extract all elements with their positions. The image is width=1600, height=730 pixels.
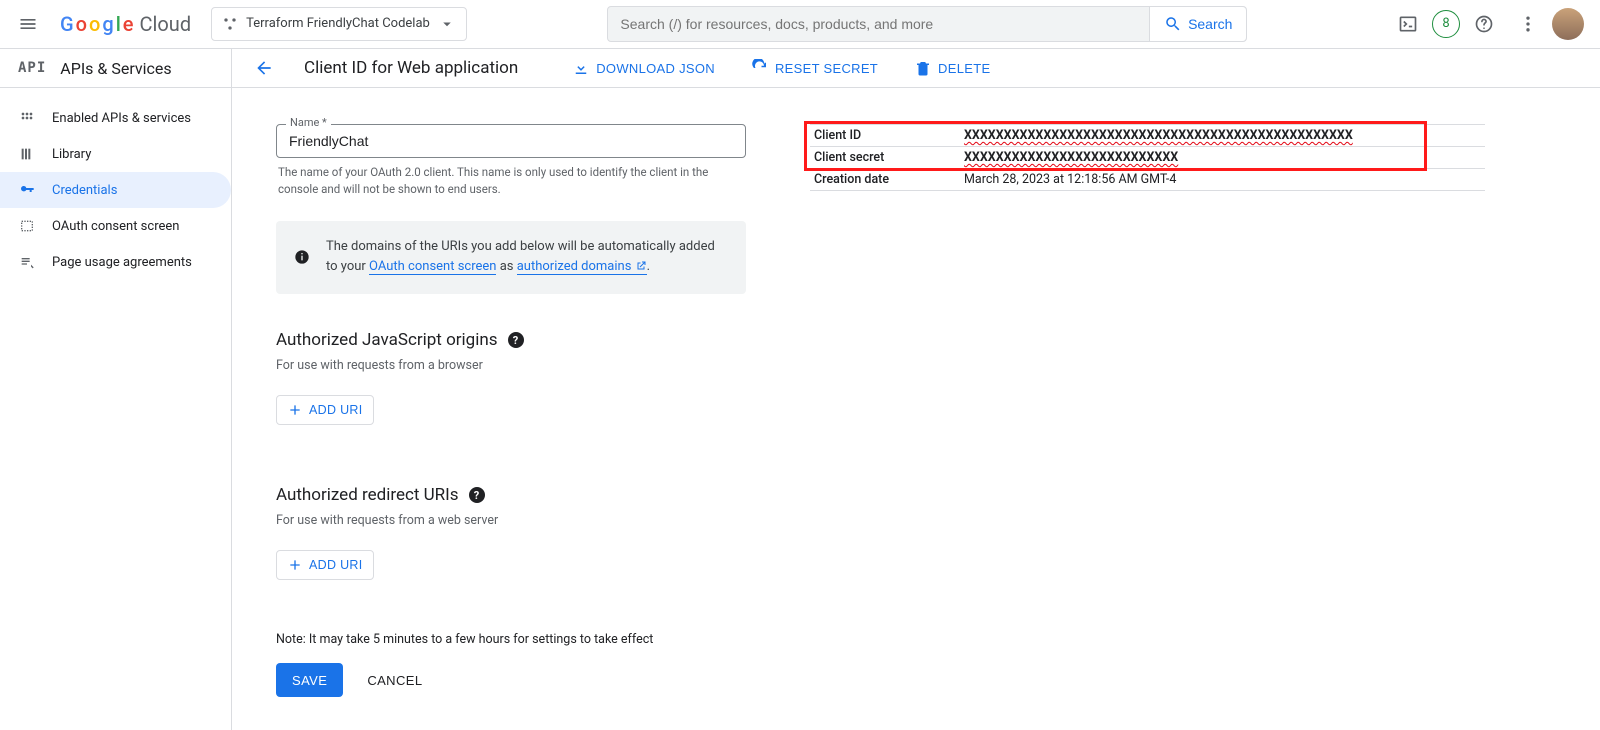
google-cloud-logo[interactable]: Google Cloud	[60, 12, 191, 36]
reset-secret-button[interactable]: RESET SECRET	[745, 58, 884, 78]
section-title: APIs & Services	[60, 59, 171, 78]
add-js-uri-button[interactable]: ADD URI	[276, 395, 374, 425]
add-redirect-uri-button[interactable]: ADD URI	[276, 550, 374, 580]
download-json-button[interactable]: DOWNLOAD JSON	[566, 58, 721, 78]
sidebar-item-oauth-consent[interactable]: OAuth consent screen	[0, 208, 231, 244]
consent-icon	[18, 218, 36, 234]
api-icon: API	[18, 60, 46, 76]
table-row: Creation date March 28, 2023 at 12:18:56…	[810, 169, 1485, 191]
search-button[interactable]: Search	[1149, 7, 1246, 41]
library-icon	[18, 146, 36, 162]
subheader: API APIs & Services Client ID for Web ap…	[0, 48, 1600, 88]
key-icon	[18, 182, 36, 198]
client-secret-value: XXXXXXXXXXXXXXXXXXXXXXXXXXX	[964, 150, 1178, 165]
details-column: Client ID XXXXXXXXXXXXXXXXXXXXXXXXXXXXXX…	[810, 124, 1576, 706]
help-icon[interactable]: ?	[469, 487, 485, 503]
name-label: Name *	[286, 116, 331, 129]
sidebar-item-credentials[interactable]: Credentials	[0, 172, 231, 208]
form-column: Name * The name of your OAuth 2.0 client…	[276, 124, 746, 706]
cloud-shell-button[interactable]	[1388, 4, 1428, 44]
sidebar-item-label: Credentials	[52, 183, 117, 198]
creation-date-label: Creation date	[814, 172, 964, 187]
info-box: The domains of the URIs you add below wi…	[276, 221, 746, 295]
hamburger-menu-button[interactable]	[8, 4, 48, 44]
back-button[interactable]	[248, 52, 280, 84]
client-secret-label: Client secret	[814, 150, 964, 165]
notifications-badge[interactable]: 8	[1432, 10, 1460, 38]
plus-icon	[287, 402, 303, 418]
oauth-consent-link[interactable]: OAuth consent screen	[369, 259, 496, 275]
plus-icon	[287, 557, 303, 573]
search-input[interactable]	[608, 16, 1149, 32]
help-button[interactable]	[1464, 4, 1504, 44]
chevron-down-icon	[438, 15, 456, 33]
body: Enabled APIs & services Library Credenti…	[0, 88, 1600, 730]
main: Name * The name of your OAuth 2.0 client…	[232, 88, 1600, 730]
download-icon	[572, 59, 590, 77]
details-table: Client ID XXXXXXXXXXXXXXXXXXXXXXXXXXXXXX…	[810, 124, 1485, 191]
redirect-uris-sub: For use with requests from a web server	[276, 513, 746, 528]
sidebar-item-page-usage[interactable]: Page usage agreements	[0, 244, 231, 280]
sidebar-item-label: Enabled APIs & services	[52, 111, 191, 126]
sidebar-item-library[interactable]: Library	[0, 136, 231, 172]
authorized-domains-link[interactable]: authorized domains	[517, 259, 647, 275]
topbar-right: 8	[1388, 4, 1592, 44]
info-text: The domains of the URIs you add below wi…	[326, 237, 728, 279]
js-origins-sub: For use with requests from a browser	[276, 358, 746, 373]
sidebar-item-label: OAuth consent screen	[52, 219, 179, 234]
help-icon	[1474, 14, 1494, 34]
sidebar-item-label: Library	[52, 147, 91, 162]
name-input[interactable]	[276, 124, 746, 158]
arrow-left-icon	[254, 57, 274, 79]
name-hint: The name of your OAuth 2.0 client. This …	[278, 164, 744, 199]
help-icon[interactable]: ?	[508, 332, 524, 348]
search-bar[interactable]: Search	[607, 6, 1247, 42]
topbar: Google Cloud Terraform FriendlyChat Code…	[0, 0, 1600, 48]
table-row: Client ID XXXXXXXXXXXXXXXXXXXXXXXXXXXXXX…	[810, 125, 1485, 147]
refresh-icon	[751, 59, 769, 77]
settings-note: Note: It may take 5 minutes to a few hou…	[276, 632, 746, 647]
menu-icon	[18, 14, 38, 34]
cancel-button[interactable]: CANCEL	[361, 672, 428, 689]
redirect-uris-heading: Authorized redirect URIs ?	[276, 485, 746, 505]
sidebar-item-enabled-apis[interactable]: Enabled APIs & services	[0, 100, 231, 136]
project-picker[interactable]: Terraform FriendlyChat Codelab	[211, 7, 467, 41]
doc-icon	[18, 254, 36, 270]
delete-button[interactable]: DELETE	[908, 58, 996, 78]
table-row: Client secret XXXXXXXXXXXXXXXXXXXXXXXXXX…	[810, 147, 1485, 169]
terminal-icon	[1398, 14, 1418, 34]
client-id-value: XXXXXXXXXXXXXXXXXXXXXXXXXXXXXXXXXXXXXXXX…	[964, 128, 1353, 143]
subheader-right: Client ID for Web application DOWNLOAD J…	[232, 49, 1600, 87]
name-field: Name *	[276, 124, 746, 158]
client-id-label: Client ID	[814, 128, 964, 143]
more-button[interactable]	[1508, 4, 1548, 44]
js-origins-heading: Authorized JavaScript origins ?	[276, 330, 746, 350]
project-icon	[222, 16, 238, 32]
form-actions: SAVE CANCEL	[276, 663, 746, 697]
save-button[interactable]: SAVE	[276, 663, 343, 697]
subheader-left: API APIs & Services	[0, 49, 232, 87]
external-link-icon	[635, 260, 647, 272]
avatar[interactable]	[1552, 8, 1584, 40]
trash-icon	[914, 59, 932, 77]
project-name: Terraform FriendlyChat Codelab	[246, 16, 430, 31]
search-icon	[1164, 15, 1182, 33]
info-icon	[294, 237, 310, 279]
sidebar: Enabled APIs & services Library Credenti…	[0, 88, 232, 730]
grid-icon	[18, 110, 36, 126]
creation-date-value: March 28, 2023 at 12:18:56 AM GMT-4	[964, 172, 1176, 187]
sidebar-item-label: Page usage agreements	[52, 255, 192, 270]
cloud-label: Cloud	[140, 12, 192, 36]
page-title: Client ID for Web application	[304, 58, 518, 78]
more-vertical-icon	[1518, 14, 1538, 34]
